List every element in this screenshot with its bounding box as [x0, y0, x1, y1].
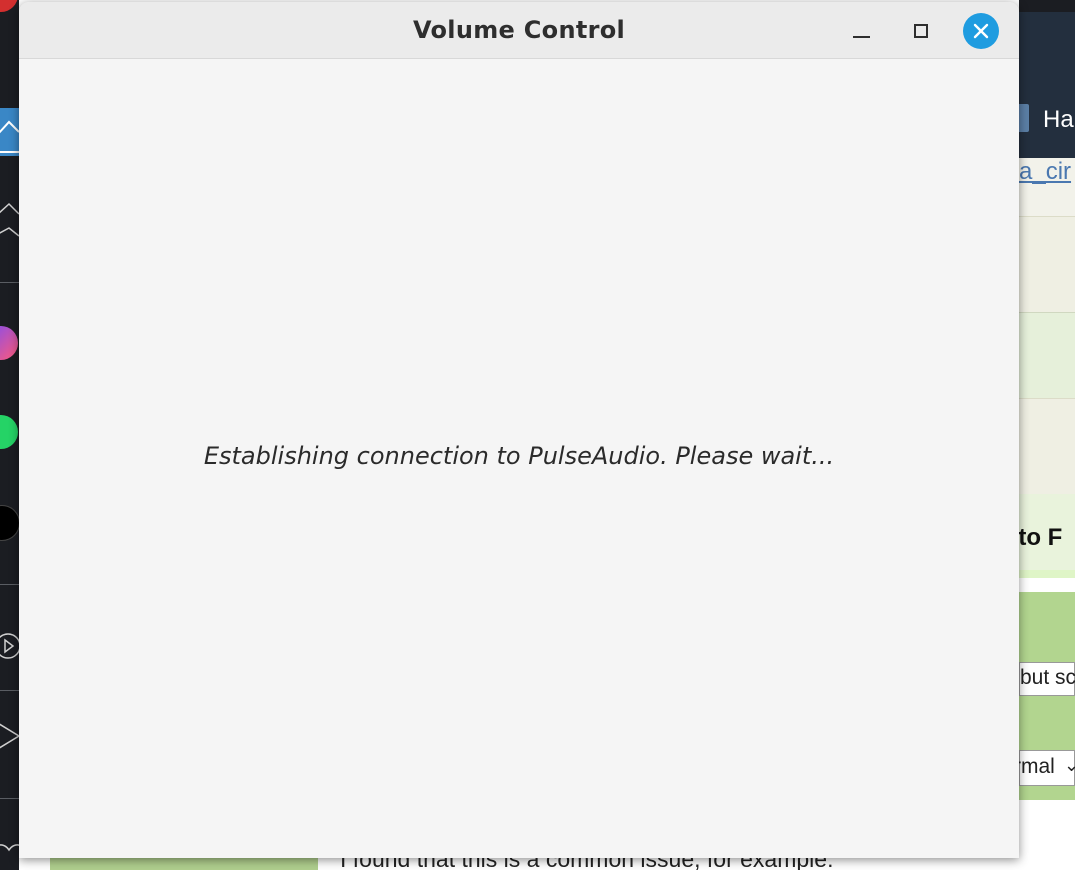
opera-icon[interactable] — [0, 0, 18, 12]
close-icon — [973, 23, 989, 39]
site-header-text: Ha — [1043, 106, 1074, 133]
chevron-down-icon: ⌄ — [1064, 755, 1075, 775]
messenger-icon[interactable] — [0, 326, 18, 360]
desktop-screen: Ha a_cir n to F but sc rmal ⌄ I found th… — [0, 0, 1075, 870]
connection-status-message: Establishing connection to PulseAudio. P… — [203, 442, 835, 470]
content-row — [1019, 312, 1075, 399]
priority-select[interactable]: rmal ⌄ — [1019, 750, 1075, 786]
maximize-icon — [914, 24, 928, 38]
player-icon[interactable] — [0, 628, 19, 664]
browser-tabbar — [1019, 0, 1075, 12]
send-icon[interactable] — [0, 718, 19, 754]
volume-control-window: Volume Control Establishing connection t… — [19, 2, 1019, 858]
tiktok-icon[interactable] — [0, 505, 20, 541]
dock-separator — [0, 584, 19, 585]
content-row — [1019, 398, 1075, 495]
subject-field-text: but sc — [1020, 666, 1075, 689]
question-heading: n to F — [1019, 524, 1063, 551]
subject-field[interactable]: but sc — [1019, 662, 1075, 696]
home-icon — [0, 120, 20, 153]
divider — [1019, 570, 1075, 578]
dock-separator — [0, 798, 19, 799]
whatsapp-icon[interactable] — [0, 415, 18, 449]
minimize-icon — [852, 36, 870, 38]
titlebar[interactable]: Volume Control — [19, 2, 1019, 59]
dock — [0, 0, 20, 870]
heart-icon[interactable] — [0, 838, 19, 870]
background-webpage: Ha a_cir n to F but sc rmal ⌄ — [1019, 0, 1075, 870]
site-header — [1019, 12, 1075, 158]
priority-select-value: rmal — [1019, 755, 1055, 778]
close-button[interactable] — [963, 13, 999, 49]
minimize-button[interactable] — [843, 13, 879, 49]
dock-separator — [0, 282, 19, 283]
site-logo-icon — [1019, 104, 1029, 132]
app-icon[interactable] — [0, 200, 19, 244]
maximize-button[interactable] — [903, 13, 939, 49]
background-answer-block — [50, 856, 318, 870]
dock-separator — [0, 690, 19, 691]
dock-active-item[interactable] — [0, 108, 20, 156]
link-text[interactable]: a_cir — [1019, 158, 1071, 186]
content-row — [1019, 216, 1075, 313]
window-content: Establishing connection to PulseAudio. P… — [19, 59, 1019, 858]
